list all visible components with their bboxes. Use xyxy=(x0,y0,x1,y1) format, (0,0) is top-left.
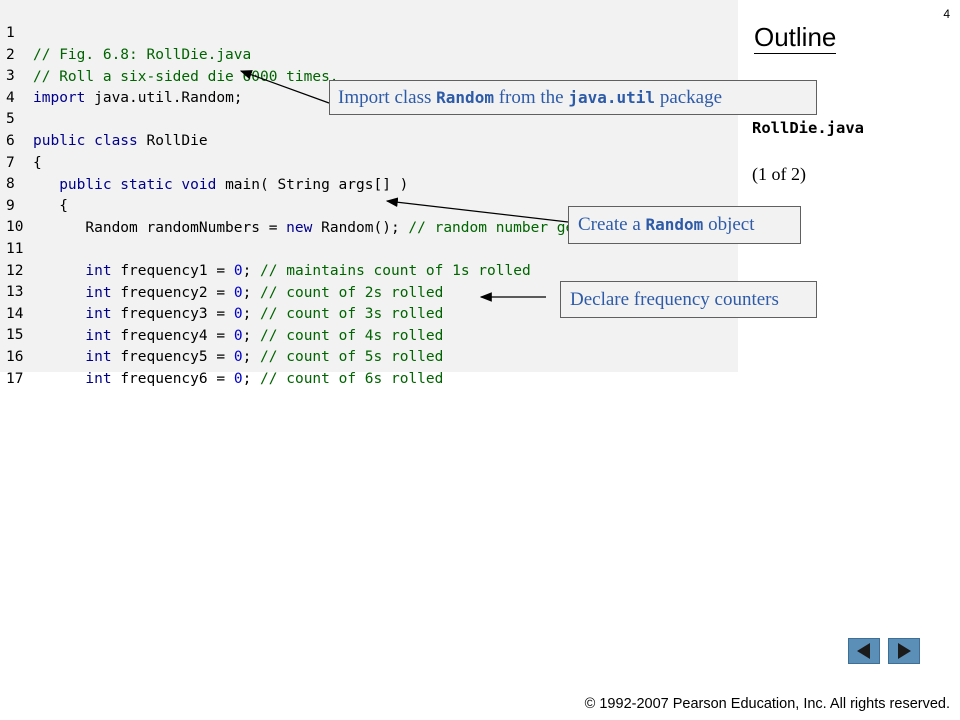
callout-text: object xyxy=(703,214,755,235)
triangle-right-icon xyxy=(898,643,911,659)
callout-frequency-counters: Declare frequency counters xyxy=(560,281,817,318)
callout-text: from the xyxy=(493,87,569,108)
callout-code: Random xyxy=(645,215,704,234)
arrow-import xyxy=(239,70,330,104)
callout-import: Import class Random from the java.util p… xyxy=(329,80,817,115)
callout-code: java.util xyxy=(568,88,656,107)
callout-text: Create a xyxy=(578,214,646,235)
callout-text: package xyxy=(655,87,723,108)
copyright-text: 1992-2007 Pearson Education, Inc. All ri… xyxy=(595,696,950,712)
previous-slide-button[interactable] xyxy=(848,638,880,664)
callout-text: Declare frequency counters xyxy=(570,289,779,310)
next-slide-button[interactable] xyxy=(888,638,920,664)
callout-code: Random xyxy=(436,88,494,107)
arrow-random xyxy=(385,197,569,223)
callout-text: Import class xyxy=(338,87,437,108)
copyright-notice: © 1992-2007 Pearson Education, Inc. All … xyxy=(585,696,950,712)
copyright-symbol: © xyxy=(584,696,596,712)
triangle-left-icon xyxy=(857,643,870,659)
callout-random-object: Create a Random object xyxy=(568,206,801,244)
